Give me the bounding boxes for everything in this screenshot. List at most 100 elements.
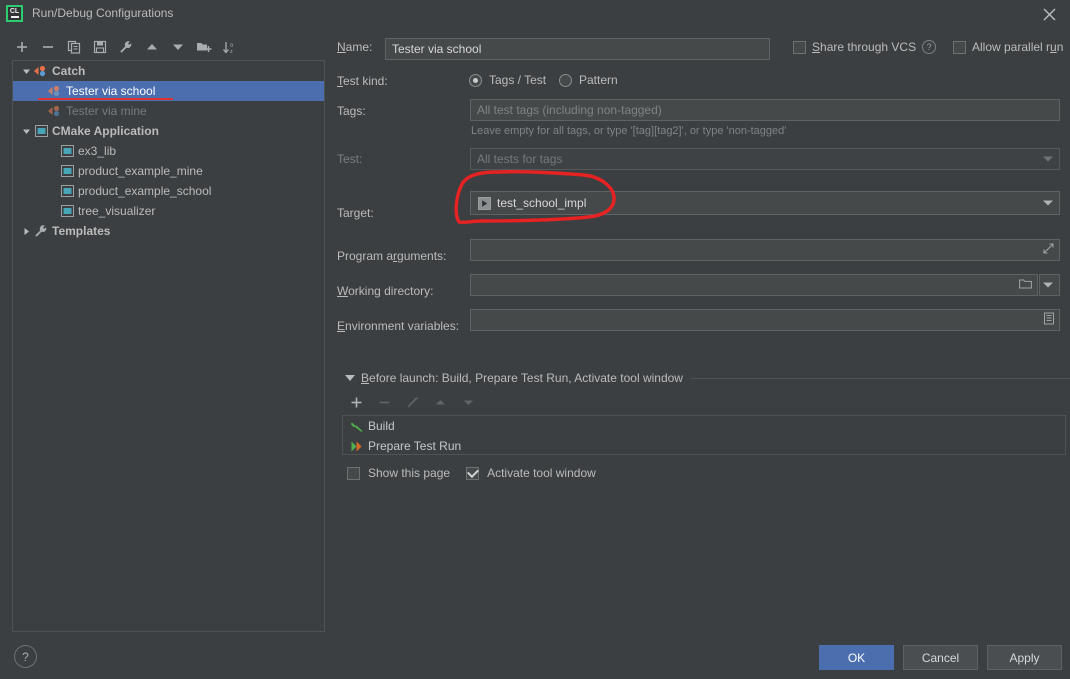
before-launch-title: Before launch: Build, Prepare Test Run, … xyxy=(361,371,683,385)
annotation-selected-underline xyxy=(38,98,173,100)
folder-icon[interactable] xyxy=(1019,278,1032,292)
tags-label: Tags: xyxy=(337,104,366,118)
tree-item-cmake-application[interactable]: CMake Application xyxy=(13,121,324,141)
test-kind-pattern-radio-row[interactable]: Pattern xyxy=(559,73,618,87)
question-mark-icon[interactable]: ? xyxy=(922,40,937,54)
tree-item-label: ex3_lib xyxy=(78,144,117,158)
close-icon[interactable] xyxy=(1036,3,1062,25)
test-combobox-placeholder: All tests for tags xyxy=(477,152,563,166)
cancel-button[interactable]: Cancel xyxy=(903,645,978,670)
tree-item-tree-visualizer[interactable]: tree_visualizer xyxy=(13,201,324,221)
before-launch-task-prepare-test-run[interactable]: Prepare Test Run xyxy=(343,436,1065,456)
test-row: Test: xyxy=(337,152,362,166)
show-this-page-label: Show this page xyxy=(368,466,451,480)
allow-parallel-run-row[interactable]: Allow parallel run xyxy=(953,40,1063,54)
window-title: Run/Debug Configurations xyxy=(32,6,174,20)
target-combobox[interactable]: test_school_impl xyxy=(470,191,1060,215)
test-combobox[interactable]: All tests for tags xyxy=(470,148,1060,170)
working-directory-input[interactable] xyxy=(470,274,1038,296)
name-input[interactable]: Tester via school xyxy=(385,38,770,60)
name-row: Name: xyxy=(337,40,382,54)
chevron-down-icon[interactable] xyxy=(1043,156,1053,162)
test-kind-tags-radio-row[interactable]: Tags / Test xyxy=(469,73,546,87)
tree-item-label: tree_visualizer xyxy=(78,204,156,218)
tree-item-product-example-mine[interactable]: product_example_mine xyxy=(13,161,324,181)
remove-configuration-button[interactable] xyxy=(36,36,59,59)
tree-item-ex3-lib[interactable]: ex3_lib xyxy=(13,141,324,161)
sort-configurations-button[interactable]: a z xyxy=(218,36,241,59)
expand-editor-icon[interactable] xyxy=(1043,243,1054,257)
before-launch-task-list[interactable]: Build Prepare Test Run xyxy=(342,415,1066,455)
allow-parallel-run-checkbox[interactable] xyxy=(953,40,966,54)
remove-task-button[interactable] xyxy=(373,391,395,413)
configurations-tree[interactable]: Catch Tester via school Tester via mine … xyxy=(12,60,325,632)
tree-item-label: Catch xyxy=(52,64,86,78)
activate-tool-window-checkbox[interactable] xyxy=(466,466,480,480)
edit-templates-button[interactable] xyxy=(114,36,137,59)
program-arguments-row: Program arguments: xyxy=(337,249,446,263)
tree-item-label: product_example_mine xyxy=(78,164,203,178)
tree-item-label: Tester via school xyxy=(66,84,156,98)
edit-task-button[interactable] xyxy=(401,391,423,413)
title-bar: CL Run/Debug Configurations xyxy=(0,0,1070,26)
share-through-vcs-row[interactable]: Share through VCS ? xyxy=(793,40,937,54)
program-arguments-input[interactable] xyxy=(470,239,1060,261)
run-target-icon xyxy=(477,196,491,210)
working-directory-label: Working directory: xyxy=(337,284,434,298)
chevron-down-icon[interactable] xyxy=(19,127,33,136)
move-task-down-button[interactable] xyxy=(457,391,479,413)
configurations-toolbar: a z xyxy=(10,35,315,59)
svg-text:z: z xyxy=(230,49,233,55)
test-kind-tags-label: Tags / Test xyxy=(489,73,547,87)
test-label: Test: xyxy=(337,152,363,166)
clion-icon-text: CL xyxy=(9,8,20,16)
before-launch-task-build[interactable]: Build xyxy=(343,416,1065,436)
ok-button[interactable]: OK xyxy=(819,645,894,670)
env-list-icon[interactable] xyxy=(1044,312,1054,328)
chevron-right-icon[interactable] xyxy=(19,227,33,236)
test-kind-tags-radio[interactable] xyxy=(469,73,482,87)
chevron-down-icon[interactable] xyxy=(1043,282,1053,288)
test-kind-pattern-radio[interactable] xyxy=(559,73,572,87)
before-launch-options: Show this page Activate tool window xyxy=(347,466,596,480)
working-directory-history-button[interactable] xyxy=(1039,274,1060,296)
chevron-down-icon[interactable] xyxy=(345,375,355,381)
run-debug-configurations-dialog: CL Run/Debug Configurations a z Catch Te… xyxy=(0,0,1070,679)
allow-parallel-run-label: Allow parallel run xyxy=(972,40,1064,54)
new-folder-button[interactable] xyxy=(192,36,215,59)
help-button[interactable]: ? xyxy=(14,645,37,668)
move-up-button[interactable] xyxy=(140,36,163,59)
target-row: Target: xyxy=(337,206,374,220)
add-configuration-button[interactable] xyxy=(10,36,33,59)
before-launch-task-label: Prepare Test Run xyxy=(368,439,462,453)
hammer-icon xyxy=(348,420,364,433)
before-launch-toolbar xyxy=(345,391,479,413)
clion-icon-bar xyxy=(10,16,19,18)
activate-tool-window-label: Activate tool window xyxy=(487,466,596,480)
tree-item-tester-via-mine[interactable]: Tester via mine xyxy=(13,101,324,121)
apply-button[interactable]: Apply xyxy=(987,645,1062,670)
cmake-icon xyxy=(59,165,75,177)
show-this-page-checkbox[interactable] xyxy=(347,466,360,480)
environment-variables-input[interactable] xyxy=(470,309,1060,331)
program-arguments-label: Program arguments: xyxy=(337,249,447,263)
save-configuration-button[interactable] xyxy=(88,36,111,59)
tags-input[interactable]: All test tags (including non-tagged) xyxy=(470,99,1060,121)
before-launch-divider xyxy=(690,377,1070,379)
tree-item-catch[interactable]: Catch xyxy=(13,61,324,81)
copy-configuration-button[interactable] xyxy=(62,36,85,59)
add-task-button[interactable] xyxy=(345,391,367,413)
chevron-down-icon[interactable] xyxy=(19,67,33,76)
before-launch-header[interactable]: Before launch: Build, Prepare Test Run, … xyxy=(345,371,1070,385)
target-combobox-value: test_school_impl xyxy=(497,196,587,210)
chevron-down-icon[interactable] xyxy=(1043,200,1053,206)
move-down-button[interactable] xyxy=(166,36,189,59)
clion-icon: CL xyxy=(6,4,23,22)
tree-item-product-example-school[interactable]: product_example_school xyxy=(13,181,324,201)
name-label: Name: xyxy=(337,40,373,54)
share-through-vcs-checkbox[interactable] xyxy=(793,40,806,54)
move-task-up-button[interactable] xyxy=(429,391,451,413)
tree-item-label: product_example_school xyxy=(78,184,212,198)
catch-icon xyxy=(33,65,49,77)
tree-item-templates[interactable]: Templates xyxy=(13,221,324,241)
